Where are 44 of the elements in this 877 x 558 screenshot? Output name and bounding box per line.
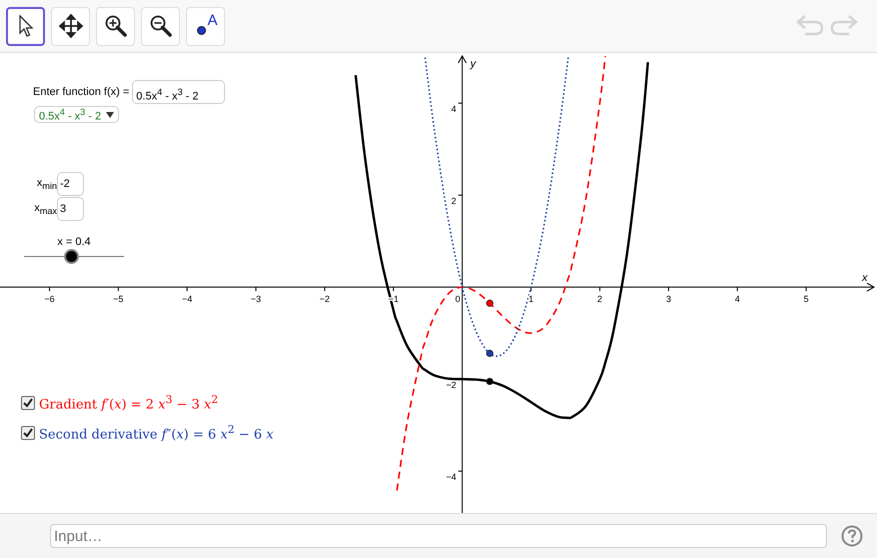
function-dropdown[interactable]: 0.5x$^{4}$ - x$^{3}$ - 2 — [34, 106, 120, 123]
x-tick-label: 3 — [666, 294, 672, 304]
zoom-in-icon — [104, 14, 128, 38]
bound-label: x$_{min}$ — [36, 176, 57, 192]
bound-input-field[interactable]: -2 — [57, 172, 84, 196]
bound-label: x$_{max}$ — [33, 202, 57, 216]
y-tick-label: −4 — [446, 472, 456, 482]
y-tick-label: −2 — [446, 380, 456, 390]
curve-point[interactable] — [486, 350, 494, 357]
curve-point[interactable] — [486, 378, 494, 386]
bound-input-field[interactable]: 3 — [57, 197, 84, 221]
zoom-out-tool-button[interactable] — [141, 6, 180, 46]
checkbox[interactable] — [21, 396, 35, 410]
move-tool-button[interactable] — [51, 6, 90, 46]
x-tick-label: −6 — [44, 294, 55, 304]
function-input-field[interactable]: 0.5x$^{4}$ - x$^{3}$ - 2 — [132, 80, 226, 104]
select-tool-button[interactable] — [6, 6, 45, 46]
x-tick-label: 5 — [804, 294, 809, 304]
y-axis-label: y — [470, 58, 476, 70]
caret-icon — [105, 110, 116, 118]
slider-label: x = 0.4 — [57, 236, 91, 248]
y-tick-label: 2 — [451, 196, 456, 206]
zoom-out-icon — [148, 14, 172, 38]
x-tick-label: 0 — [455, 294, 460, 304]
point-tool-button[interactable]: A — [186, 6, 225, 46]
x-axis-label: x — [862, 272, 868, 284]
zoom-in-tool-button[interactable] — [96, 6, 135, 46]
x-tick-label: 2 — [597, 294, 602, 304]
x-tick-label: −3 — [250, 294, 261, 304]
y-tick-label: 4 — [451, 104, 456, 114]
x-tick-label: 4 — [734, 294, 740, 304]
x-tick-label: −4 — [182, 294, 192, 304]
input-field[interactable]: Input… — [50, 524, 827, 548]
checkbox-label: Gradient f′(x) = 2 x$^{3}$ − 3 x$^{2}$ — [39, 393, 218, 412]
checkbox-label: Second derivative f″(x) = 6 x$^{2}$ − 6 x — [39, 423, 274, 443]
x-tick-label: −2 — [320, 294, 330, 304]
x-tick-label: 1 — [528, 294, 534, 304]
move-arrows-icon — [58, 14, 82, 38]
checkbox[interactable] — [21, 426, 35, 440]
help-icon[interactable] — [841, 525, 863, 547]
function-label: Enter function f(x) = — [33, 86, 130, 98]
curve-point[interactable] — [486, 300, 494, 307]
x-tick-label: −5 — [113, 294, 124, 304]
slider-thumb[interactable] — [64, 249, 79, 264]
